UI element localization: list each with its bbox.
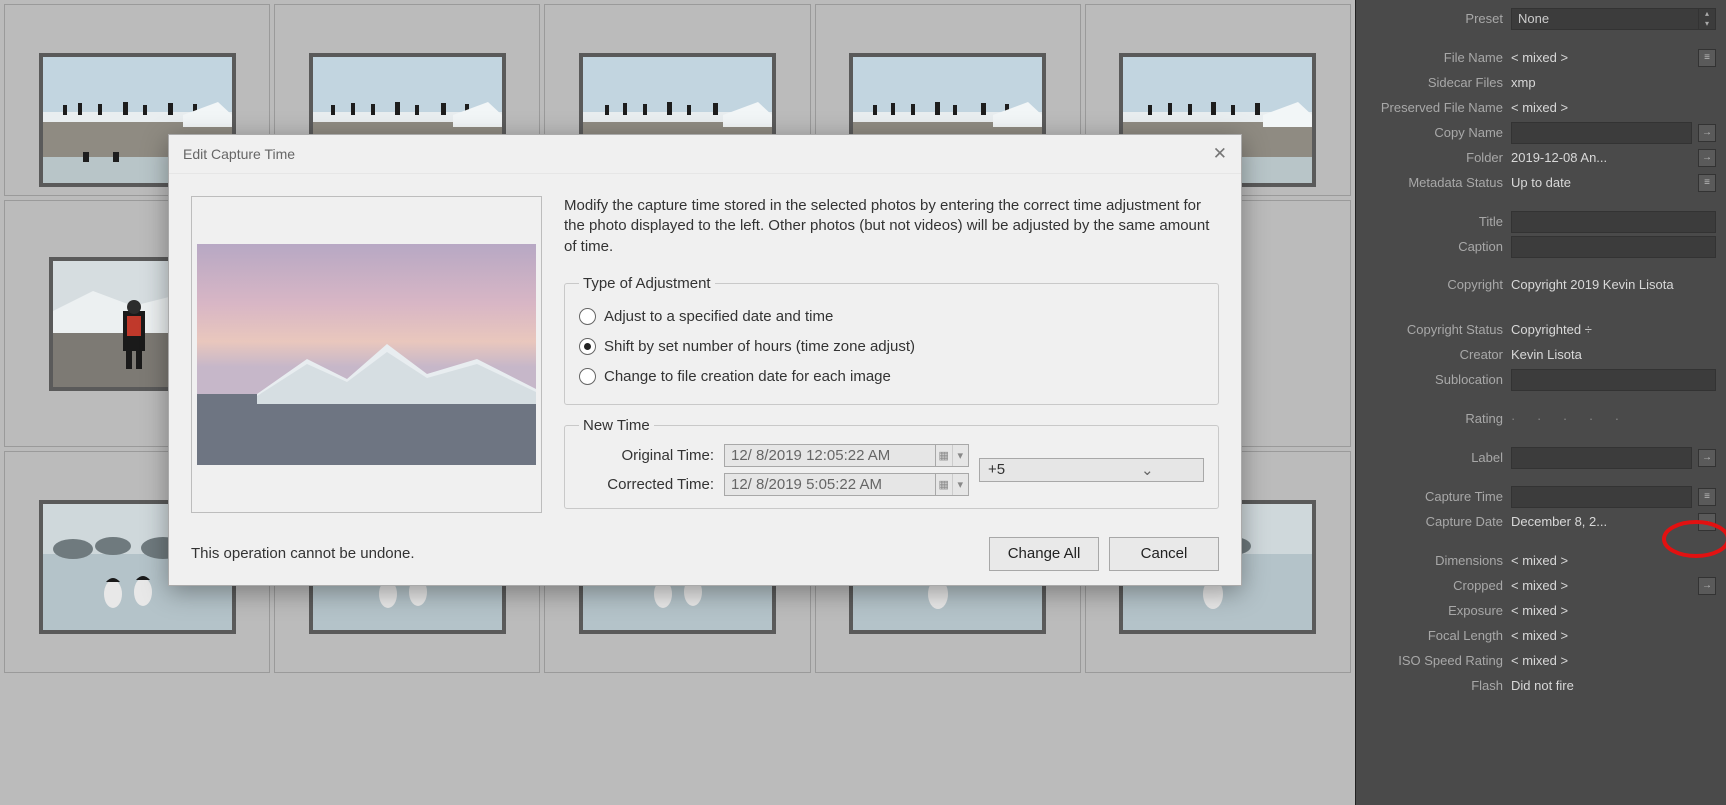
- folder-label: Folder: [1356, 150, 1511, 165]
- calendar-icon[interactable]: ▦: [936, 445, 953, 466]
- dialog-description: Modify the capture time stored in the se…: [564, 196, 1219, 257]
- colorlabel-label: Label: [1356, 450, 1511, 465]
- preview-image: [197, 244, 536, 465]
- preserved-filename-label: Preserved File Name: [1356, 100, 1511, 115]
- copyname-label: Copy Name: [1356, 125, 1511, 140]
- copyright-label: Copyright: [1356, 277, 1511, 292]
- copyright-status-value[interactable]: Copyrighted ÷: [1511, 322, 1716, 337]
- metadata-status-value: Up to date: [1511, 175, 1692, 190]
- list-icon[interactable]: ≡: [1698, 174, 1716, 192]
- exposure-label: Exposure: [1356, 603, 1511, 618]
- filename-value: < mixed >: [1511, 50, 1692, 65]
- capture-date-label: Capture Date: [1356, 514, 1511, 529]
- caption-input[interactable]: [1511, 236, 1716, 258]
- sublocation-label: Sublocation: [1356, 372, 1511, 387]
- creator-label: Creator: [1356, 347, 1511, 362]
- exposure-value: < mixed >: [1511, 603, 1716, 618]
- sublocation-input[interactable]: [1511, 369, 1716, 391]
- original-time-input: 12/ 8/2019 12:05:22 AM ▦▾: [724, 444, 969, 467]
- cancel-button[interactable]: Cancel: [1109, 537, 1219, 571]
- radio-file-creation-date[interactable]: Change to file creation date for each im…: [579, 362, 1204, 392]
- change-all-button[interactable]: Change All: [989, 537, 1099, 571]
- copyright-value: Copyright 2019 Kevin Lisota: [1511, 277, 1716, 294]
- goto-icon[interactable]: →: [1698, 149, 1716, 167]
- newtime-legend: New Time: [579, 417, 654, 434]
- corrected-time-input: 12/ 8/2019 5:05:22 AM ▦▾: [724, 473, 969, 496]
- flash-value: Did not fire: [1511, 678, 1716, 693]
- sidecar-value: xmp: [1511, 75, 1716, 90]
- new-time-group: New Time Original Time: 12/ 8/2019 12:05…: [564, 417, 1219, 509]
- radio-specified-datetime[interactable]: Adjust to a specified date and time: [579, 302, 1204, 332]
- title-input[interactable]: [1511, 211, 1716, 233]
- chevron-down-icon: ⌄: [1092, 461, 1204, 479]
- metadata-status-label: Metadata Status: [1356, 175, 1511, 190]
- caption-label: Caption: [1356, 239, 1511, 254]
- dimensions-label: Dimensions: [1356, 553, 1511, 568]
- focal-length-value: < mixed >: [1511, 628, 1716, 643]
- hour-offset-dropdown[interactable]: +5⌄: [979, 458, 1204, 482]
- goto-icon[interactable]: →: [1698, 449, 1716, 467]
- corrected-time-label: Corrected Time:: [579, 476, 714, 493]
- edit-capture-time-dialog: Edit Capture Time ✕: [168, 134, 1242, 586]
- list-icon[interactable]: ≡: [1698, 49, 1716, 67]
- metadata-panel: Preset None ▴▾ File Name< mixed >≡ Sidec…: [1355, 0, 1726, 805]
- capture-time-input[interactable]: [1511, 486, 1692, 508]
- goto-icon[interactable]: →: [1698, 577, 1716, 595]
- adjustment-legend: Type of Adjustment: [579, 275, 715, 292]
- folder-value: 2019-12-08 An...: [1511, 150, 1692, 165]
- original-time-label: Original Time:: [579, 447, 714, 464]
- rating-value[interactable]: · · · · ·: [1511, 411, 1716, 426]
- preset-label: Preset: [1356, 11, 1511, 26]
- close-icon[interactable]: ✕: [1213, 144, 1227, 164]
- focal-length-label: Focal Length: [1356, 628, 1511, 643]
- radio-shift-hours[interactable]: Shift by set number of hours (time zone …: [579, 332, 1204, 362]
- iso-label: ISO Speed Rating: [1356, 653, 1511, 668]
- creator-value: Kevin Lisota: [1511, 347, 1716, 362]
- chevron-down-icon[interactable]: ▾: [953, 474, 969, 495]
- cropped-value: < mixed >: [1511, 578, 1692, 593]
- capture-time-label: Capture Time: [1356, 489, 1511, 504]
- list-icon[interactable]: ≡: [1698, 488, 1716, 506]
- iso-value: < mixed >: [1511, 653, 1716, 668]
- chevron-down-icon[interactable]: ▾: [953, 445, 969, 466]
- rating-label: Rating: [1356, 411, 1511, 426]
- goto-icon[interactable]: →: [1698, 124, 1716, 142]
- copyright-status-label: Copyright Status: [1356, 322, 1511, 337]
- colorlabel-input[interactable]: [1511, 447, 1692, 469]
- preset-dropdown[interactable]: None ▴▾: [1511, 8, 1716, 30]
- filename-label: File Name: [1356, 50, 1511, 65]
- dialog-warning: This operation cannot be undone.: [191, 545, 415, 562]
- cropped-label: Cropped: [1356, 578, 1511, 593]
- dialog-preview: [191, 196, 542, 513]
- title-label: Title: [1356, 214, 1511, 229]
- annotation-circle: [1660, 518, 1726, 560]
- dialog-title: Edit Capture Time: [183, 146, 295, 162]
- calendar-icon[interactable]: ▦: [936, 474, 953, 495]
- preserved-filename-value: < mixed >: [1511, 100, 1716, 115]
- adjustment-type-group: Type of Adjustment Adjust to a specified…: [564, 275, 1219, 405]
- flash-label: Flash: [1356, 678, 1511, 693]
- copyname-input[interactable]: [1511, 122, 1692, 144]
- sidecar-label: Sidecar Files: [1356, 75, 1511, 90]
